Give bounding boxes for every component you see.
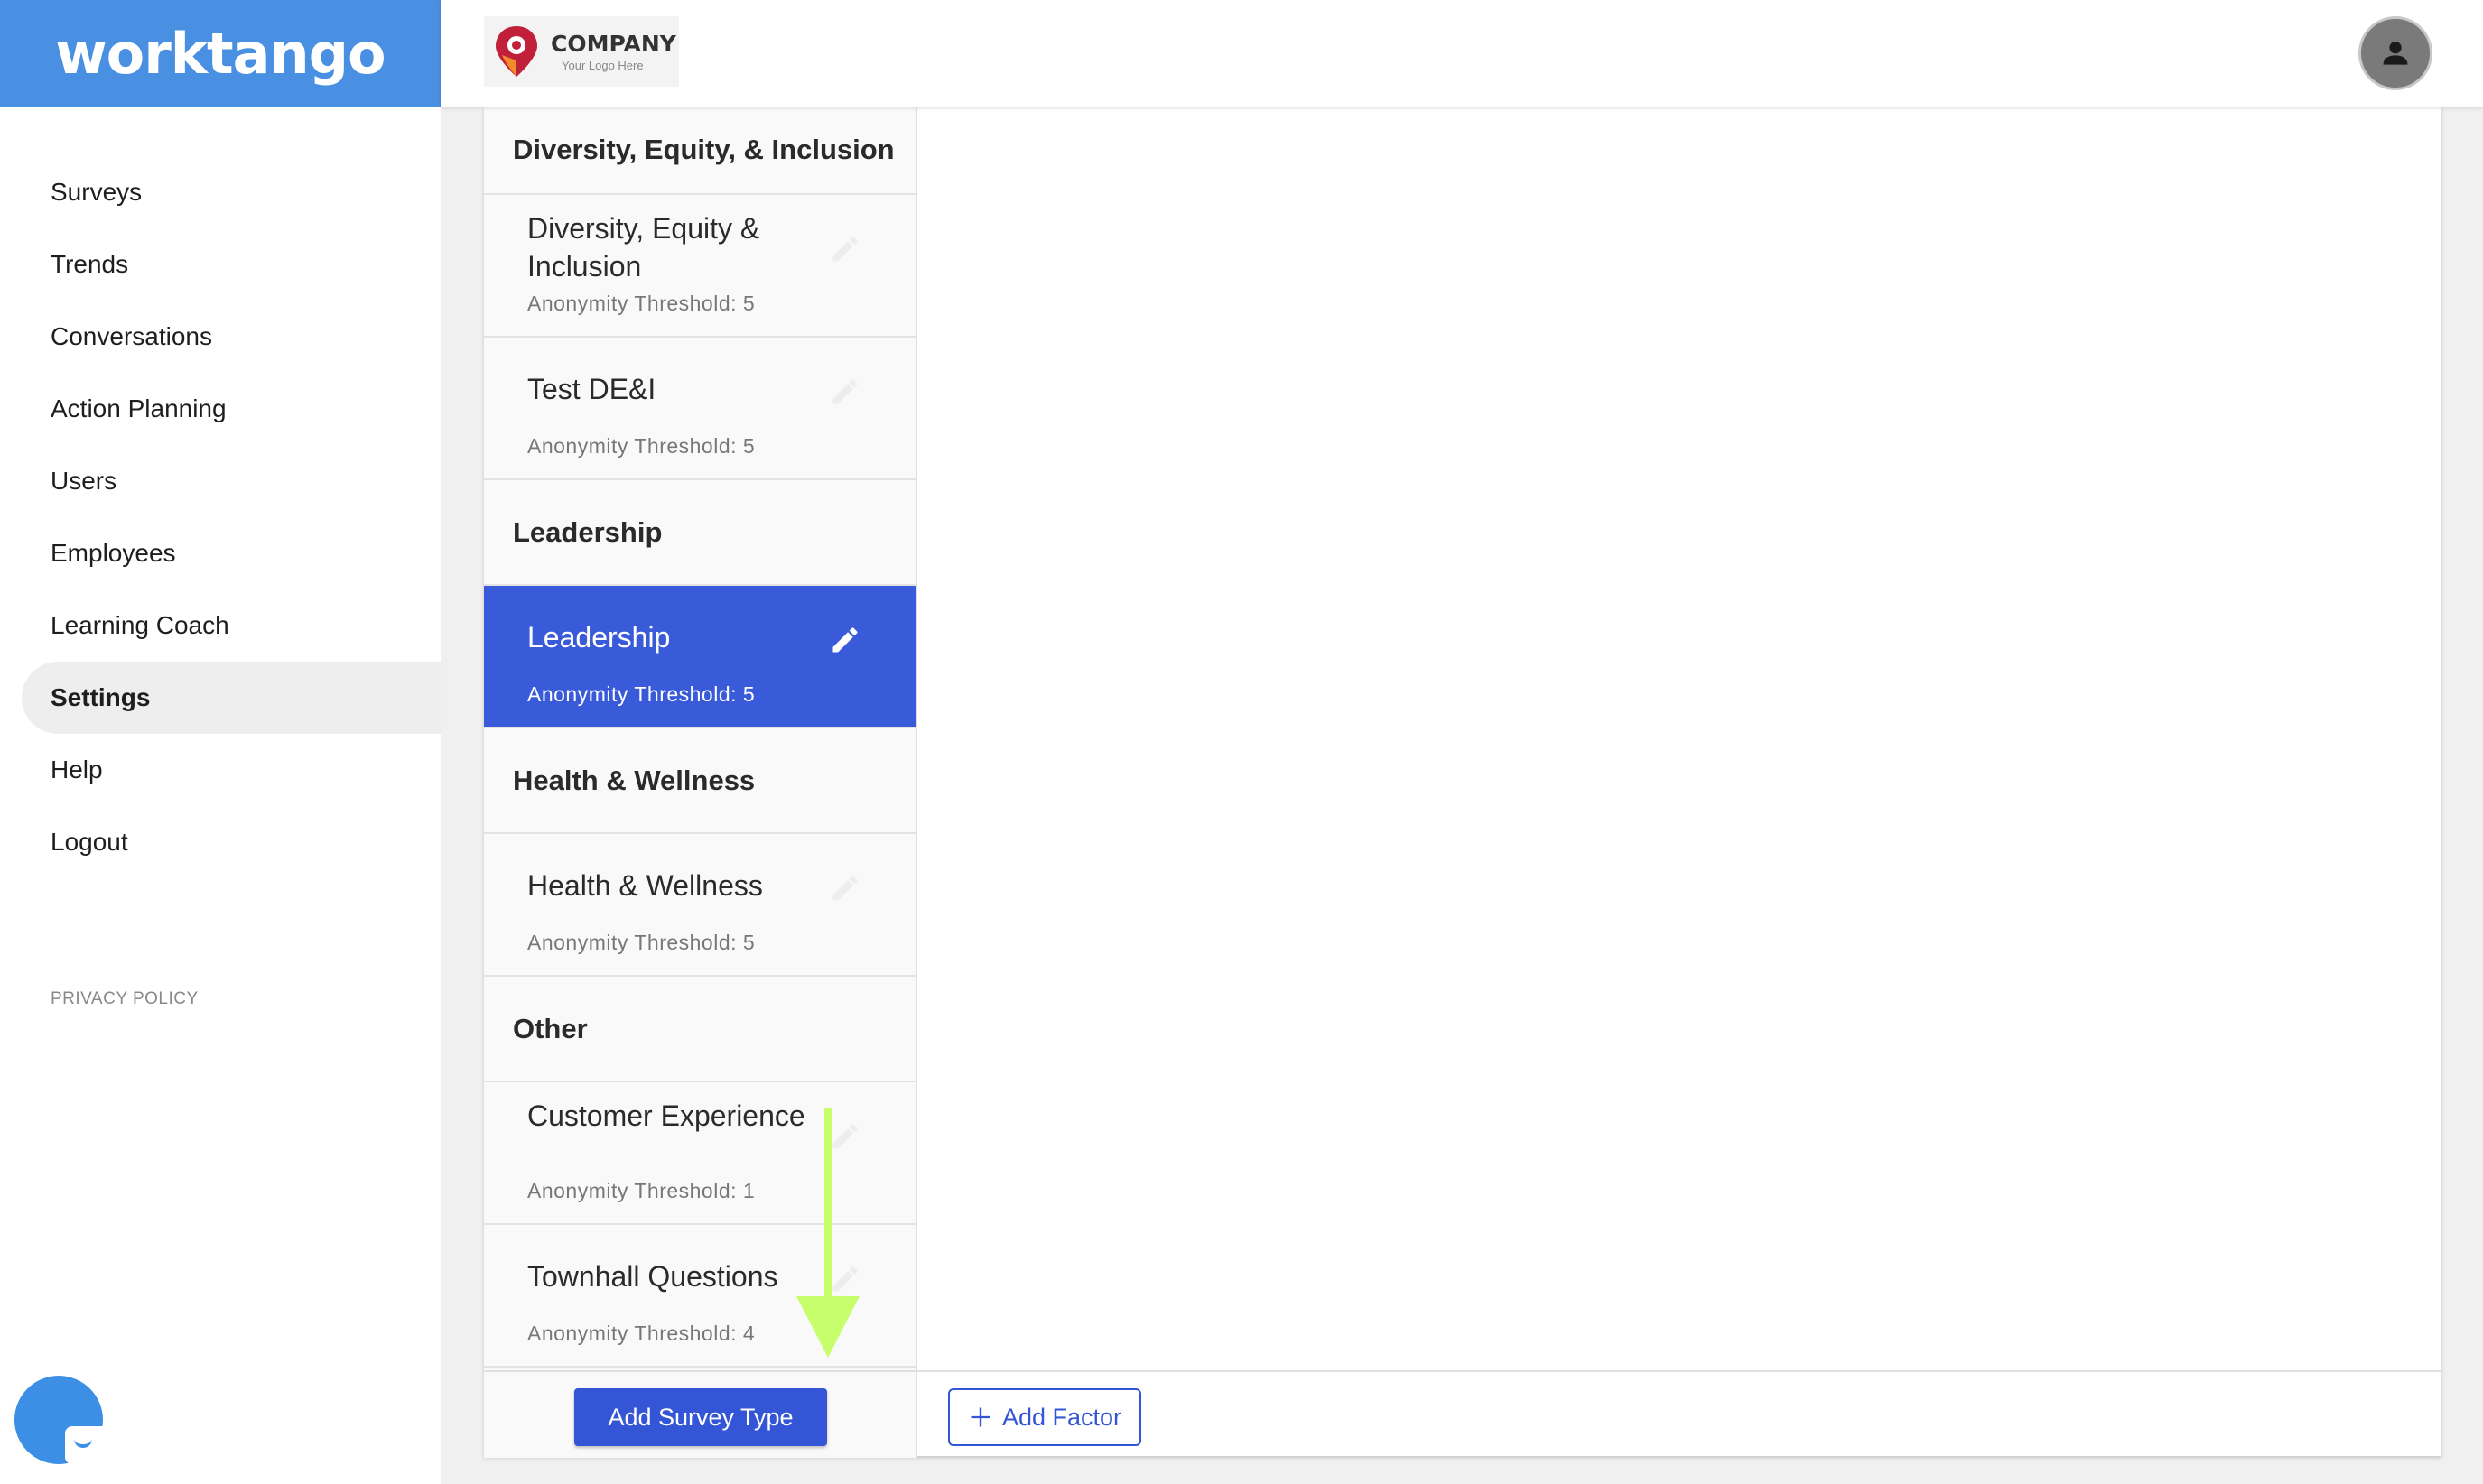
survey-type-item-selected[interactable]: Leadership Anonymity Threshold: 5 xyxy=(484,586,916,728)
anonymity-threshold: Anonymity Threshold: 5 xyxy=(527,931,756,954)
nav-item-conversations[interactable]: Conversations xyxy=(0,301,441,373)
chat-widget-button[interactable] xyxy=(14,1376,103,1464)
nav-item-trends[interactable]: Trends xyxy=(0,228,441,301)
brand-name: worktango xyxy=(55,20,386,87)
edit-icon[interactable] xyxy=(829,376,861,408)
logo-subtitle: Your Logo Here xyxy=(562,59,644,72)
nav-item-help[interactable]: Help xyxy=(0,734,441,806)
top-bar: COMPANY Your Logo Here xyxy=(441,0,2483,107)
settings-panel: Diversity, Equity, & Inclusion Diversity… xyxy=(484,107,2441,1458)
survey-type-name: Townhall Questions xyxy=(527,1260,778,1293)
survey-type-name: Diversity, Equity & Inclusion xyxy=(527,212,760,283)
edit-icon[interactable] xyxy=(829,624,861,656)
survey-type-item[interactable]: Health & Wellness Anonymity Threshold: 5 xyxy=(484,834,916,977)
nav-item-employees[interactable]: Employees xyxy=(0,517,441,589)
sidebar: worktango Surveys Trends Conversations A… xyxy=(0,0,441,1484)
survey-type-item[interactable]: Diversity, Equity & Inclusion Anonymity … xyxy=(484,195,916,338)
group-header: Diversity, Equity, & Inclusion xyxy=(484,107,916,195)
anonymity-threshold: Anonymity Threshold: 4 xyxy=(527,1322,756,1345)
add-factor-button[interactable]: Add Factor xyxy=(948,1388,1141,1446)
action-bar: Add Survey Type Add Factor xyxy=(484,1370,2441,1458)
nav-item-action-planning[interactable]: Action Planning xyxy=(0,373,441,445)
anonymity-threshold: Anonymity Threshold: 5 xyxy=(527,682,756,706)
location-pin-icon xyxy=(493,24,540,79)
nav-menu: Surveys Trends Conversations Action Plan… xyxy=(0,156,441,878)
group-header: Leadership xyxy=(484,480,916,586)
user-icon xyxy=(2383,42,2408,65)
add-factor-label: Add Factor xyxy=(1001,1403,1122,1431)
logo-title: COMPANY xyxy=(551,31,676,57)
nav-item-users[interactable]: Users xyxy=(0,445,441,517)
company-logo: COMPANY Your Logo Here xyxy=(484,16,679,87)
user-avatar-button[interactable] xyxy=(2358,16,2432,90)
anonymity-threshold: Anonymity Threshold: 5 xyxy=(527,434,756,458)
down-arrow-annotation xyxy=(796,1108,860,1358)
nav-item-settings[interactable]: Settings xyxy=(22,662,441,734)
survey-type-name: Test DE&I xyxy=(527,373,656,405)
survey-type-name: Customer Experience xyxy=(527,1099,805,1132)
brand-logo[interactable]: worktango xyxy=(0,0,441,107)
action-bar-left: Add Survey Type xyxy=(484,1372,917,1458)
nav-item-logout[interactable]: Logout xyxy=(0,806,441,878)
survey-type-item[interactable]: Test DE&I Anonymity Threshold: 5 xyxy=(484,338,916,480)
survey-type-name: Leadership xyxy=(527,621,671,654)
survey-type-name: Health & Wellness xyxy=(527,869,763,902)
anonymity-threshold: Anonymity Threshold: 1 xyxy=(527,1179,756,1202)
nav-item-surveys[interactable]: Surveys xyxy=(0,156,441,228)
edit-icon[interactable] xyxy=(829,872,861,904)
group-header: Other xyxy=(484,977,916,1082)
nav-item-learning-coach[interactable]: Learning Coach xyxy=(0,589,441,662)
privacy-policy-link[interactable]: PRIVACY POLICY xyxy=(51,989,199,1009)
add-survey-type-button[interactable]: Add Survey Type xyxy=(574,1388,827,1446)
edit-icon[interactable] xyxy=(829,233,861,265)
group-header: Health & Wellness xyxy=(484,728,916,834)
anonymity-threshold: Anonymity Threshold: 5 xyxy=(527,292,756,315)
chat-icon xyxy=(65,1426,103,1464)
plus-icon xyxy=(971,1407,990,1427)
